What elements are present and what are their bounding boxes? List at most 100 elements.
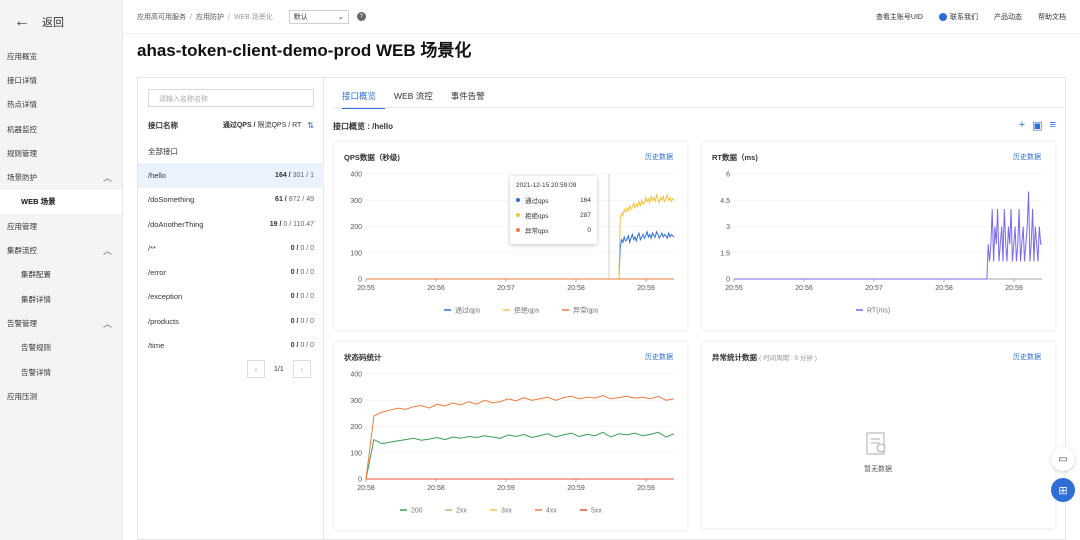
breadcrumb: 应用高可用服务 / 应用防护 / WEB 场景化 <box>137 13 273 21</box>
sidebar-item[interactable]: 告警详情 <box>0 360 122 384</box>
rt-chart: 0 1.5 3 4.5 6 20:55 20:56 20:57 20:58 20:59 RT(ms) <box>720 172 1042 315</box>
y-tick-label: 300 <box>350 198 362 205</box>
legend-label: 通过qps <box>455 306 481 315</box>
legend-label: 4xx <box>546 508 557 515</box>
legend-item[interactable]: 拒绝qps <box>503 306 540 315</box>
contact-label: 联系我们 <box>950 14 978 21</box>
x-tick-label: 20:58 <box>357 485 375 492</box>
add-icon[interactable]: + <box>1019 119 1025 132</box>
sidebar-item-label: 集群流控 <box>7 246 37 256</box>
sidebar-item[interactable]: 规则管理 <box>0 141 122 165</box>
section-title: 接口概览 : /hello <box>333 122 393 131</box>
legend-item[interactable]: 5xx <box>580 508 602 515</box>
sidebar-item-label: 集群详情 <box>21 294 51 304</box>
sidebar-item-label: 应用压测 <box>7 391 37 401</box>
view-uid-link[interactable]: 查看主账号UID <box>876 12 923 22</box>
back-label: 返回 <box>42 17 64 29</box>
sidebar-item[interactable]: 集群详情 <box>0 287 122 311</box>
y-tick-label: 1.5 <box>720 250 730 257</box>
sidebar-nav: 应用概览接口详情热点详情机器监控规则管理场景防护 ︿ WEB 场景应用管理集群流控 ︿… <box>0 44 122 408</box>
x-tick-label: 20:55 <box>357 285 375 292</box>
sidebar-item[interactable]: 告警管理 ︿ <box>0 311 122 335</box>
tooltip-time: 2021-12-15 20:59:09 <box>516 182 577 189</box>
sidebar-item[interactable]: 热点详情 <box>0 93 122 117</box>
legend-dot-icon <box>516 213 520 217</box>
x-tick-label: 20:59 <box>637 485 655 492</box>
y-tick-label: 400 <box>350 372 362 379</box>
legend-item[interactable]: 异常qps <box>562 306 599 315</box>
sidebar-item[interactable]: 机器监控 <box>0 117 122 141</box>
sidebar-item-label: 规则管理 <box>7 148 37 158</box>
legend-item[interactable]: 200 <box>400 508 423 515</box>
sidebar-item[interactable]: 告警规则 <box>0 336 122 360</box>
help-docs-link[interactable]: 帮助文档 <box>1038 12 1066 22</box>
page-title: ahas-token-client-demo-prod WEB 场景化 <box>137 41 472 60</box>
product-news-link[interactable]: 产品动态 <box>994 12 1022 22</box>
legend-item[interactable]: RT(ms) <box>856 308 890 315</box>
sidebar-item-label: 应用管理 <box>7 221 37 231</box>
tooltip-label: 异常qps <box>525 228 549 235</box>
chevron-up-icon[interactable]: ︿ <box>103 171 112 184</box>
tooltip-label: 拒绝qps <box>525 213 549 220</box>
sidebar-item[interactable]: 应用管理 <box>0 214 122 238</box>
empty-data-icon <box>866 432 886 455</box>
calendar-icon[interactable]: ▣ <box>1032 119 1042 132</box>
apps-button[interactable]: ⊞ <box>1051 478 1075 502</box>
contact-link[interactable]: 联系我们 <box>939 12 978 22</box>
settings-list-icon[interactable]: ≡ <box>1050 119 1056 132</box>
breadcrumb-current: WEB 场景化 <box>233 13 273 21</box>
tooltip-item: 拒绝qps 287 <box>516 210 591 220</box>
series-line <box>365 431 675 480</box>
tabs-divider <box>333 107 1066 108</box>
legend-label: 拒绝qps <box>514 306 540 315</box>
legend-label: 2xx <box>456 508 467 515</box>
sidebar-item-label: 告警规则 <box>21 343 51 353</box>
x-tick-label: 20:57 <box>497 285 515 292</box>
y-tick-label: 100 <box>350 250 362 257</box>
help-icon[interactable]: ? <box>356 12 366 21</box>
sidebar-item[interactable]: 集群流控 ︿ <box>0 238 122 262</box>
tooltip-value: 0 <box>587 226 591 234</box>
sidebar-item-label: 接口详情 <box>7 75 37 85</box>
y-tick-label: 200 <box>350 424 362 431</box>
y-tick-label: 4.5 <box>720 198 730 205</box>
sidebar-item-label: 告警管理 <box>7 318 37 328</box>
tooltip-value: 164 <box>580 196 591 204</box>
status-code-card: 状态码统计 历史数据 0 100 200 300 400 20:58 20:58 20:59 2… <box>334 342 687 530</box>
legend-dot-icon <box>516 198 520 202</box>
legend-item[interactable]: 3xx <box>490 508 512 515</box>
chart-tooltip: 2021-12-15 20:59:09 通过qps 164 拒绝qps 287 异常qp… <box>510 176 597 244</box>
x-tick-label: 20:58 <box>427 485 445 492</box>
y-tick-label: 100 <box>350 450 362 457</box>
sidebar-item[interactable]: 接口详情 <box>0 68 122 92</box>
legend-label: RT(ms) <box>867 308 890 315</box>
sidebar-item[interactable]: 应用概览 <box>0 44 122 68</box>
tooltip-label: 通过qps <box>525 198 549 205</box>
x-tick-label: 20:59 <box>567 485 585 492</box>
legend-item[interactable]: 2xx <box>445 508 467 515</box>
sidebar-item[interactable]: 应用压测 <box>0 384 122 408</box>
series-line <box>365 394 675 480</box>
sidebar-item[interactable]: 场景防护 ︿ <box>0 165 122 189</box>
sidebar-item[interactable]: 集群配置 <box>0 263 122 287</box>
breadcrumb-item[interactable]: 应用防护 <box>196 14 224 21</box>
chevron-up-icon[interactable]: ︿ <box>103 244 112 257</box>
y-tick-label: 300 <box>350 398 362 405</box>
legend-item[interactable]: 通过qps <box>444 306 481 315</box>
legend-item[interactable]: 4xx <box>535 508 557 515</box>
x-tick-label: 20:59 <box>637 285 655 292</box>
chat-button[interactable]: ▭ <box>1051 447 1075 471</box>
sidebar-item[interactable]: WEB 场景 <box>0 189 122 215</box>
back-button[interactable]: ← 返回 <box>0 0 122 44</box>
series-line <box>734 191 1042 280</box>
chevron-up-icon[interactable]: ︿ <box>103 317 112 330</box>
x-tick-label: 20:59 <box>497 485 515 492</box>
x-tick-label: 20:56 <box>427 285 445 292</box>
x-tick-label: 20:56 <box>795 285 813 292</box>
tooltip-item: 通过qps 164 <box>516 195 591 205</box>
env-select[interactable]: 默认 ⌄ <box>288 9 349 24</box>
sidebar-item-label: 集群配置 <box>21 270 51 280</box>
legend-label: 3xx <box>501 508 512 515</box>
breadcrumb-item[interactable]: 应用高可用服务 <box>137 14 186 21</box>
sidebar-item-label: 机器监控 <box>7 124 37 134</box>
